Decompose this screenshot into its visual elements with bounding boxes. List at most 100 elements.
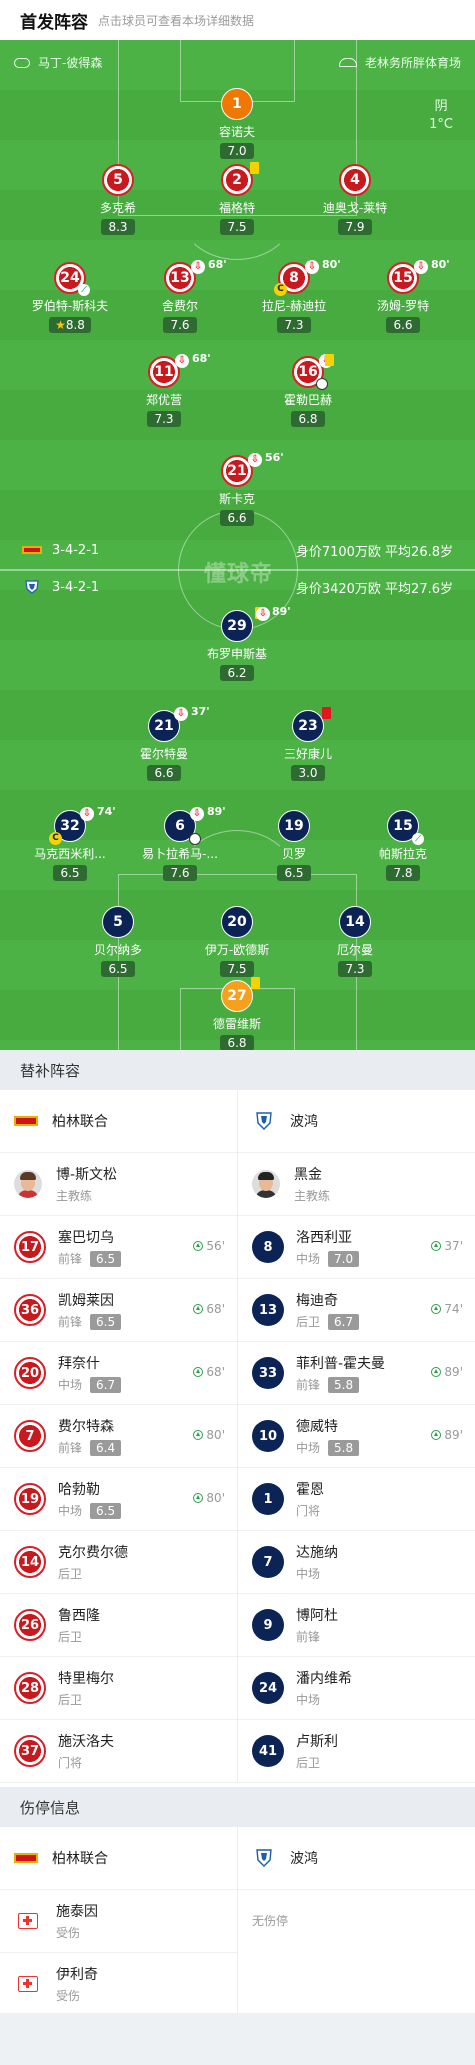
bench-player-row[interactable]: 24 潘内维希 中场 — [238, 1657, 475, 1720]
bench-player-row[interactable]: 1 霍恩 门将 — [238, 1468, 475, 1531]
bench-player-row[interactable]: 13 梅迪奇 后卫 6.7 74' — [238, 1279, 475, 1342]
jersey: 24 ⟋ — [54, 262, 90, 296]
player-home-15[interactable]: 15 ⇩ 80' 汤姆-罗特 6.6 — [343, 258, 463, 333]
no-injury-text: 无伤停 — [252, 1914, 289, 1928]
injury-list: 柏林联合 施泰因 受伤 伊利奇受伤 波鸿 无伤停 — [0, 1827, 475, 2016]
bench-player-row[interactable]: 19 哈勃勒 中场 6.5 80' — [0, 1468, 237, 1531]
player-name: 德威特 — [296, 1419, 338, 1435]
player-away-21[interactable]: 21 ⇩ 37' 霍尔特曼 6.6 — [104, 705, 224, 781]
bench-player-row[interactable]: 36 凯姆莱因 前锋 6.5 68' — [0, 1279, 237, 1342]
sub-minute: 80' — [206, 1491, 225, 1505]
player-away-27[interactable]: 27 德雷维斯 6.8 — [177, 977, 297, 1050]
player-position: 中场 — [58, 1504, 83, 1518]
player-name: 洛西利亚 — [296, 1230, 352, 1246]
injury-status: 受伤 — [56, 1989, 81, 2003]
jersey-number: 6 — [175, 818, 185, 834]
player-position: 前锋 — [58, 1441, 83, 1455]
player-name: 施泰因 — [56, 1904, 98, 1920]
player-away-14[interactable]: 14 厄尔曼 7.3 — [295, 906, 415, 977]
yellow-card-icon — [251, 977, 260, 989]
stadium-name: 老林务所胖体育场 — [364, 56, 461, 70]
sub-in-time: 89' — [431, 1365, 463, 1379]
bench-player-row[interactable]: 7 费尔特森 前锋 6.4 80' — [0, 1405, 237, 1468]
bench-player-row[interactable]: 20 拜奈什 中场 6.7 68' — [0, 1342, 237, 1405]
player-rating: 6.7 — [328, 1313, 360, 1330]
player-name: 多克希 — [99, 201, 136, 215]
player-away-15[interactable]: 15 ⟋ 帕斯拉克 7.8 — [343, 810, 463, 881]
yellow-card-icon — [250, 162, 259, 174]
jersey: 9 — [252, 1609, 284, 1641]
bench-player-row[interactable]: 9 博阿杜 前锋 — [238, 1594, 475, 1657]
player-home-24[interactable]: 24 ⟋ 罗伯特-斯科夫 ★8.8 — [10, 262, 130, 333]
lineup-header: 首发阵容 点击球员可查看本场详细数据 — [0, 0, 475, 40]
bench-player-row[interactable]: 17 塞巴切乌 前锋 6.5 56' — [0, 1216, 237, 1279]
sub-minute: 68' — [208, 258, 227, 271]
sub-out-icon: ⇩ — [191, 260, 205, 274]
player-home-21[interactable]: 21 ⇩ 56' 斯卡克 6.6 — [177, 451, 297, 526]
player-rating: 6.5 — [90, 1250, 122, 1267]
player-name: 贝罗 — [281, 847, 306, 861]
jersey: 15 ⟋ — [387, 810, 424, 845]
player-home-8[interactable]: 8 ⇩ 80' C 拉尼-赫迪拉 7.3 — [234, 258, 354, 333]
jersey: 20 — [14, 1357, 46, 1389]
team-name: 波鸿 — [290, 1851, 318, 1867]
player-position: 中场 — [296, 1693, 321, 1707]
jersey: 26 — [14, 1609, 46, 1641]
away-team-row[interactable]: 波鸿 — [238, 1827, 475, 1890]
sub-minute: 56' — [206, 1239, 225, 1253]
player-rating: 7.3 — [147, 411, 181, 427]
bench-player-row[interactable]: 10 德威特 中场 5.8 89' — [238, 1405, 475, 1468]
bench-player-row[interactable]: 41 卢斯利 后卫 — [238, 1720, 475, 1783]
player-away-32[interactable]: 32 ⇩ 74' C 马克西米利... 6.5 — [10, 805, 130, 881]
player-name: 郑优营 — [145, 393, 182, 407]
player-home-2[interactable]: 2 福格特 7.5 — [177, 162, 297, 235]
player-name: 费尔特森 — [58, 1419, 114, 1435]
bench-player-row[interactable]: 37 施沃洛夫 门将 — [0, 1720, 237, 1783]
bench-player-row[interactable]: 8 洛西利亚 中场 7.0 37' — [238, 1216, 475, 1279]
yellow-card-icon — [325, 354, 334, 366]
bench-player-row[interactable]: 28 特里梅尔 后卫 — [0, 1657, 237, 1720]
home-team-row[interactable]: 柏林联合 — [0, 1827, 237, 1890]
sub-minute: 80' — [431, 258, 450, 271]
bench-player-row[interactable]: 7 达施纳 中场 — [238, 1531, 475, 1594]
player-rating: 7.5 — [220, 219, 254, 235]
home-team-row[interactable]: 柏林联合 — [0, 1090, 237, 1153]
player-home-5[interactable]: 5 多克希 8.3 — [58, 164, 178, 235]
player-away-23[interactable]: 23 三好康儿 3.0 — [248, 707, 368, 781]
sub-in-time: 80' — [193, 1491, 225, 1505]
player-away-20[interactable]: 20 伊万-欧德斯 7.5 — [177, 906, 297, 977]
bench-player-row[interactable]: 14 克尔费尔德 后卫 — [0, 1531, 237, 1594]
player-name: 施沃洛夫 — [58, 1734, 114, 1750]
injury-row[interactable]: 伊利奇 受伤 — [0, 1953, 237, 2016]
union-berlin-logo — [14, 1853, 38, 1863]
away-coach[interactable]: 黑金 主教练 — [238, 1153, 475, 1216]
home-injuries: 柏林联合 施泰因 受伤 伊利奇受伤 — [0, 1827, 237, 2016]
captain-icon: C — [49, 832, 62, 845]
jersey: 24 — [252, 1672, 284, 1704]
player-home-16[interactable]: 16⇩ 霍勒巴赫 6.8 — [248, 354, 368, 427]
player-away-29[interactable]: 29 ⇩ 89' 布罗申斯基 6.2 — [177, 605, 297, 681]
bench-player-row[interactable]: 26 鲁西隆 后卫 — [0, 1594, 237, 1657]
player-away-5[interactable]: 5 贝尔纳多 6.5 — [58, 906, 178, 977]
coach-name: 博-斯文松 — [56, 1167, 118, 1183]
player-home-13[interactable]: 13 ⇩ 68' 舍费尔 7.6 — [120, 258, 240, 333]
player-away-6[interactable]: 6 ⇩ 89' 易卜拉希马-... 7.6 — [120, 805, 240, 881]
jersey: 1 — [252, 1483, 284, 1515]
jersey: 19 — [278, 810, 310, 842]
player-name: 伊利奇 — [56, 1967, 98, 1983]
away-team-row[interactable]: 波鸿 — [238, 1090, 475, 1153]
home-formation: 3-4-2-1 — [52, 542, 100, 558]
player-away-19[interactable]: 19 贝罗 6.5 — [234, 810, 354, 881]
injury-row[interactable]: 施泰因 受伤 — [0, 1890, 237, 1953]
home-coach[interactable]: 博-斯文松 主教练 — [0, 1153, 237, 1216]
coach-avatar — [252, 1170, 280, 1198]
player-home-11[interactable]: 11 ⇩ 68' 郑优营 7.3 — [104, 352, 224, 427]
jersey: 21 ⇩ 56' — [221, 451, 284, 487]
player-home-1[interactable]: 1 容诺夫 7.0 — [177, 88, 297, 159]
player-home-4[interactable]: 4 迪奥戈-莱特 7.9 — [295, 164, 415, 235]
jersey: 2 — [221, 162, 259, 196]
bench-player-row[interactable]: 33 菲利普-霍夫曼 前锋 5.8 89' — [238, 1342, 475, 1405]
pitch: 马丁-彼得森 老林务所胖体育场 阴 1°C 3-4-2-1 身价7100万欧 平… — [0, 40, 475, 1050]
union-berlin-logo — [22, 546, 42, 554]
captain-icon: C — [274, 283, 287, 296]
